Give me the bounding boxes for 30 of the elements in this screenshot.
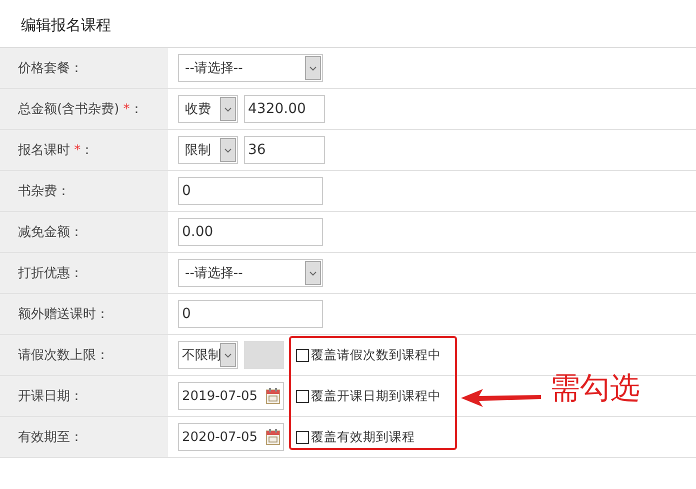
- select-field[interactable]: 限制: [178, 136, 238, 164]
- checkbox-label: 覆盖请假次数到课程中: [311, 346, 441, 364]
- field-label: 总金额(含书杂费) *：: [18, 101, 143, 118]
- field-label: 额外赠送课时：: [18, 306, 109, 323]
- field-label: 开课日期：: [18, 388, 83, 405]
- date-field[interactable]: 2019-07-05: [178, 382, 284, 410]
- field-label: 请假次数上限：: [18, 347, 109, 364]
- calendar-icon[interactable]: [266, 388, 280, 404]
- checkbox[interactable]: [296, 390, 309, 402]
- field-label: 书杂费：: [18, 183, 70, 200]
- checkbox[interactable]: [296, 430, 309, 444]
- input-field[interactable]: 0.00: [178, 218, 323, 246]
- field-label: 有效期至：: [18, 429, 83, 446]
- checkbox-label: 覆盖有效期到课程: [311, 428, 415, 446]
- field-label: 打折优惠：: [18, 265, 83, 282]
- checkbox-label: 覆盖开课日期到课程中: [311, 388, 441, 404]
- field-label: 减免金额：: [18, 224, 83, 241]
- calendar-icon[interactable]: [266, 429, 280, 445]
- input-field[interactable]: 0: [178, 177, 323, 205]
- annotation-text: 需勾选: [550, 370, 640, 408]
- field-label: 报名课时 *：: [18, 142, 94, 159]
- arrow-icon: [461, 386, 541, 410]
- input-field[interactable]: 4320.00: [244, 95, 325, 123]
- input-field[interactable]: 0: [178, 300, 323, 328]
- field-label: 价格套餐：: [18, 60, 83, 77]
- date-field[interactable]: 2020-07-05: [178, 423, 284, 451]
- select-field[interactable]: --请选择--: [178, 54, 323, 82]
- select-field[interactable]: --请选择--: [178, 259, 323, 287]
- select-field[interactable]: 收费: [178, 95, 238, 123]
- input-field[interactable]: 36: [244, 136, 325, 164]
